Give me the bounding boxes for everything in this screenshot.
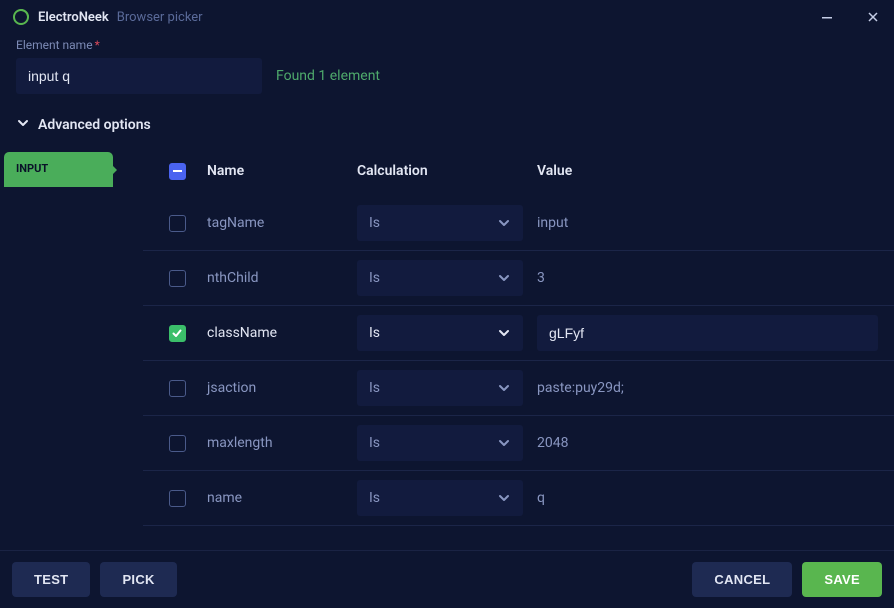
table-row: jsaction Is paste:puy29d;	[143, 361, 894, 416]
calculation-dropdown[interactable]: Is	[357, 425, 523, 461]
calculation-dropdown[interactable]: Is	[357, 370, 523, 406]
attributes-table: Name Calculation Value tagName Is input nth…	[143, 146, 894, 550]
row-value: input	[537, 215, 878, 231]
col-calculation: Calculation	[357, 163, 537, 179]
window-controls	[818, 8, 882, 26]
advanced-options-label: Advanced options	[38, 117, 151, 133]
app-brand: ElectroNeek	[38, 10, 109, 25]
calculation-dropdown[interactable]: Is	[357, 205, 523, 241]
select-all-checkbox[interactable]	[169, 163, 186, 180]
advanced-options-toggle[interactable]: Advanced options	[0, 106, 894, 146]
sidebar-tab-input[interactable]: INPUT	[4, 152, 113, 187]
chevron-down-icon	[497, 381, 511, 395]
titlebar: ElectroNeek Browser picker	[0, 0, 894, 34]
table-row: maxlength Is 2048	[143, 416, 894, 471]
chevron-down-icon	[497, 436, 511, 450]
row-name: nthChild	[207, 270, 357, 286]
row-checkbox[interactable]	[169, 215, 186, 232]
element-name-section: Element name* Found 1 element	[0, 34, 894, 106]
table-row: className Is	[143, 306, 894, 361]
test-button[interactable]: TEST	[12, 562, 90, 597]
pick-button[interactable]: PICK	[100, 562, 176, 597]
body: INPUT Name Calculation Value tagName Is in…	[0, 146, 894, 550]
close-button[interactable]	[864, 8, 882, 26]
row-checkbox[interactable]	[169, 435, 186, 452]
chevron-down-icon	[497, 216, 511, 230]
row-checkbox[interactable]	[169, 270, 186, 287]
row-value: q	[537, 490, 878, 506]
row-checkbox[interactable]	[169, 490, 186, 507]
footer: TEST PICK CANCEL SAVE	[0, 550, 894, 608]
table-row: name Is q	[143, 471, 894, 526]
required-asterisk: *	[95, 38, 100, 52]
calculation-value: Is	[369, 380, 380, 396]
calculation-value: Is	[369, 270, 380, 286]
calculation-dropdown[interactable]: Is	[357, 480, 523, 516]
row-name: className	[207, 325, 357, 341]
row-value: 2048	[537, 435, 878, 451]
element-name-label: Element name*	[16, 38, 878, 52]
calculation-dropdown[interactable]: Is	[357, 260, 523, 296]
element-name-input[interactable]	[16, 58, 262, 94]
calculation-value: Is	[369, 490, 380, 506]
chevron-down-icon	[497, 326, 511, 340]
table-row: tagName Is input	[143, 196, 894, 251]
app-logo-icon	[12, 8, 30, 26]
row-checkbox[interactable]	[169, 380, 186, 397]
chevron-down-icon	[16, 116, 30, 134]
col-value: Value	[537, 163, 878, 179]
sidebar: INPUT	[0, 146, 143, 550]
calculation-dropdown[interactable]: Is	[357, 315, 523, 351]
row-value: paste:puy29d;	[537, 380, 878, 396]
table-row: nthChild Is 3	[143, 251, 894, 306]
save-button[interactable]: SAVE	[802, 562, 882, 597]
calculation-value: Is	[369, 215, 380, 231]
row-checkbox[interactable]	[169, 325, 186, 342]
table-header: Name Calculation Value	[143, 146, 894, 196]
chevron-down-icon	[497, 491, 511, 505]
row-name: tagName	[207, 215, 357, 231]
calculation-value: Is	[369, 325, 380, 341]
row-value: 3	[537, 270, 878, 286]
found-status: Found 1 element	[276, 68, 380, 84]
col-name: Name	[207, 163, 357, 179]
row-name: name	[207, 490, 357, 506]
chevron-down-icon	[497, 271, 511, 285]
value-input[interactable]	[537, 315, 878, 351]
row-name: jsaction	[207, 380, 357, 396]
window-subtitle: Browser picker	[117, 10, 203, 25]
row-name: maxlength	[207, 435, 357, 451]
calculation-value: Is	[369, 435, 380, 451]
cancel-button[interactable]: CANCEL	[692, 562, 792, 597]
minimize-button[interactable]	[818, 8, 836, 26]
